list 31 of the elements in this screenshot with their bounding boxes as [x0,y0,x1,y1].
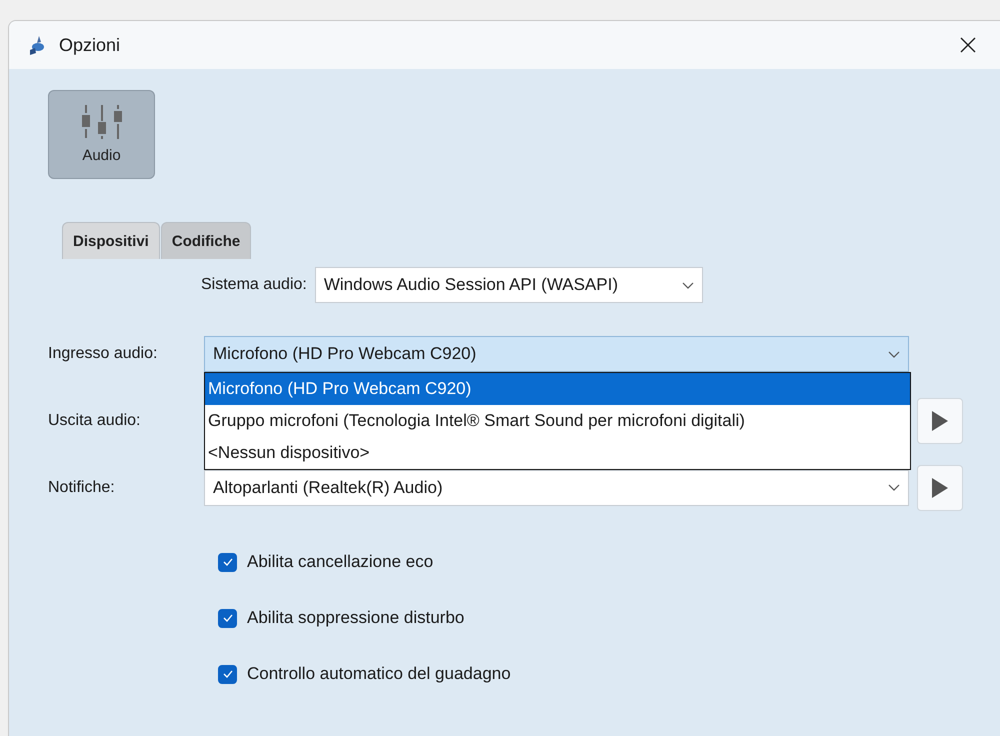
field-label: Notifiche: [48,478,115,496]
dropdown-option[interactable]: Microfono (HD Pro Webcam C920) [205,373,910,405]
tab[interactable]: Codifiche [160,222,252,259]
device-dropdown[interactable]: Altoparlanti (Realtek(R) Audio) [204,470,909,506]
checkmark-icon [222,614,232,622]
play-icon [932,411,948,431]
chevron-down-icon [682,282,694,288]
play-button[interactable] [917,464,963,510]
chevron-down-icon [888,350,900,358]
checkmark-icon [222,670,232,678]
audio-category-button[interactable]: Audio [48,90,155,179]
chevron-down-icon [888,484,900,491]
checkbox[interactable] [218,664,237,684]
checkbox-label: Abilita cancellazione eco [247,552,434,572]
device-dropdown[interactable]: Microfono (HD Pro Webcam C920) [204,336,909,372]
field-label: Sistema audio: [201,276,307,294]
window-title: Opzioni [59,34,122,56]
checkbox-label: Controllo automatico del guadagno [247,664,511,684]
checkbox-label: Abilita soppressione disturbo [247,608,464,628]
tab[interactable]: Dispositivi [62,222,160,259]
close-icon [960,37,976,53]
app-logo-icon [27,34,47,56]
checkbox[interactable] [218,608,237,628]
play-icon [932,478,948,498]
sliders-icon [80,105,124,141]
checkmark-icon [222,558,232,566]
field-label: Ingresso audio: [48,345,158,363]
checkbox[interactable] [218,552,237,572]
audio-system-dropdown[interactable]: Windows Audio Session API (WASAPI) [314,267,703,303]
play-button[interactable] [917,398,963,444]
field-label: Uscita audio: [48,412,140,430]
